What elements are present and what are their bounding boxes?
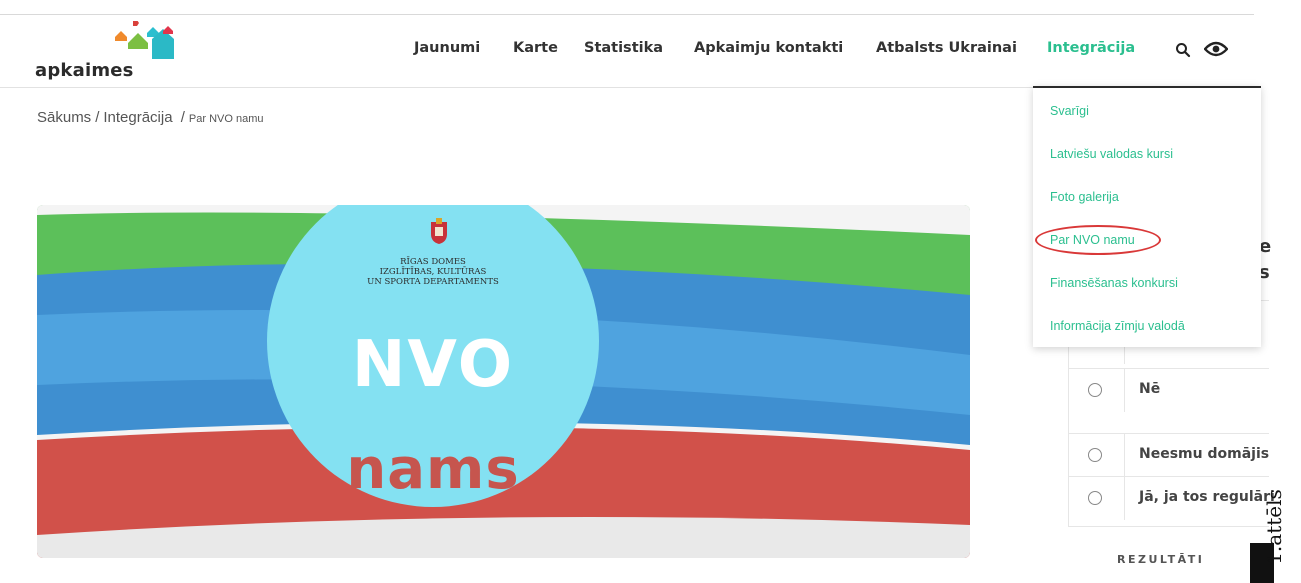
site-header: apkaimes Jaunumi Karte Statistika Apkaim…	[0, 15, 1254, 88]
nav-item-atbalsts-ukrainai[interactable]: Atbalsts Ukrainai	[876, 40, 1017, 56]
poll-option[interactable]: Jā, ja tos regulāri	[1069, 476, 1275, 520]
search-icon[interactable]	[1175, 42, 1191, 58]
dropdown-item-foto-galerija[interactable]: Foto galerija	[1050, 190, 1119, 204]
poll-option[interactable]: Neesmu domājis	[1069, 433, 1269, 477]
logo[interactable]: apkaimes	[35, 21, 175, 83]
dropdown-item-finansesanas-konkursi[interactable]: Finansēšanas konkursi	[1050, 276, 1178, 290]
results-button[interactable]: REZULTĀTI	[1117, 553, 1204, 566]
highlight-oval	[1035, 225, 1161, 255]
poll-option-label: Jā, ja tos regulāri	[1139, 489, 1275, 505]
poll-option-label: Nē	[1139, 381, 1161, 397]
hero-title-nvo: NVO	[351, 328, 515, 402]
radio-button[interactable]	[1088, 448, 1102, 462]
hero-title-nams: nams	[346, 437, 520, 502]
nav-item-statistika[interactable]: Statistika	[584, 40, 663, 56]
breadcrumb: Sākums / Integrācija / Par NVO namu	[37, 109, 264, 126]
radio-button[interactable]	[1088, 383, 1102, 397]
breadcrumb-home[interactable]: Sākums	[37, 109, 91, 126]
nav-item-apkaimju-kontakti[interactable]: Apkaimju kontakti	[694, 40, 843, 56]
nav-item-integracija[interactable]: Integrācija	[1047, 40, 1135, 56]
eye-icon[interactable]	[1204, 40, 1228, 58]
riga-crest-icon	[431, 218, 447, 244]
figure-caption: 1.attēls	[1261, 489, 1286, 565]
poll-option[interactable]: Nē	[1069, 368, 1269, 412]
radio-button[interactable]	[1088, 491, 1102, 505]
dropdown-item-informacija-zimju-valoda[interactable]: Informācija zīmju valodā	[1050, 319, 1185, 333]
nav-item-karte[interactable]: Karte	[513, 40, 558, 56]
breadcrumb-current: Par NVO namu	[188, 113, 264, 125]
logo-houses-icon	[115, 21, 174, 59]
breadcrumb-section[interactable]: Integrācija	[103, 109, 172, 126]
dropdown-item-latviesu-valodas-kursi[interactable]: Latviešu valodas kursi	[1050, 147, 1173, 161]
integration-dropdown-menu: Svarīgi Latviešu valodas kursi Foto gale…	[1033, 86, 1261, 347]
poll-option-label: Neesmu domājis	[1139, 446, 1270, 462]
nav-item-jaunumi[interactable]: Jaunumi	[414, 40, 480, 56]
hero-image: RĪGAS DOMES IZGLĪTĪBAS, KULTŪRAS UN SPOR…	[37, 205, 970, 558]
logo-text: apkaimes	[35, 60, 134, 81]
dropdown-item-svarigi[interactable]: Svarīgi	[1050, 104, 1089, 118]
organization-name: RĪGAS DOMES IZGLĪTĪBAS, KULTŪRAS UN SPOR…	[367, 257, 499, 287]
